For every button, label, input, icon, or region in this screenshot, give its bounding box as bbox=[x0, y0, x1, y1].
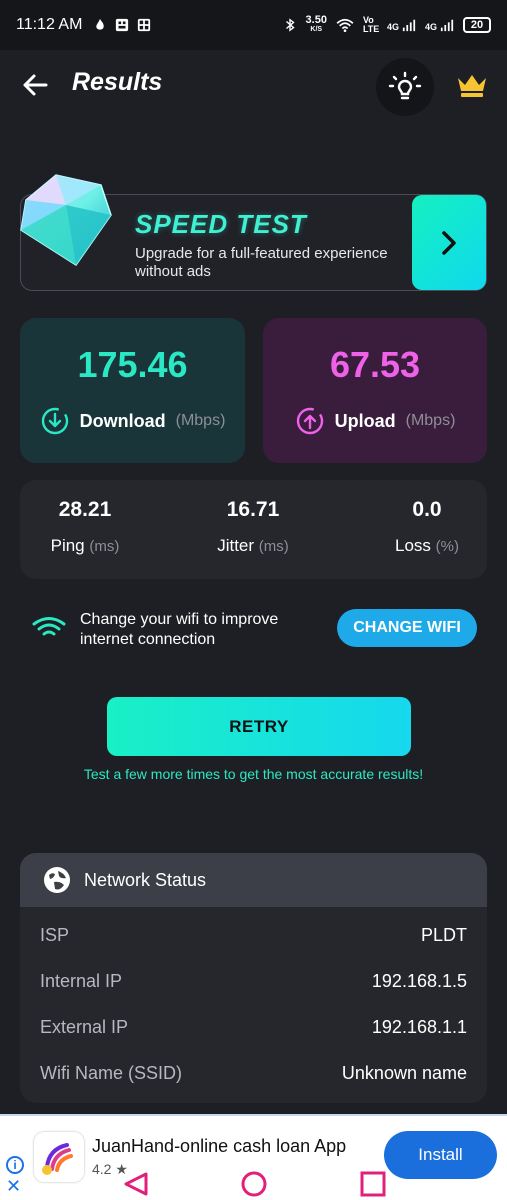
network-row-key: External IP bbox=[40, 1017, 129, 1037]
network-row-value: 192.168.1.1 bbox=[371, 1017, 467, 1037]
signal-icon-2 bbox=[440, 19, 454, 32]
globe-icon bbox=[44, 867, 70, 893]
download-speed-value: 175.46 bbox=[77, 344, 188, 385]
page-title: Results bbox=[72, 68, 163, 96]
jitter-label: Jitter bbox=[217, 536, 255, 555]
ping-value: 28.21 bbox=[58, 498, 112, 521]
gallery-icon bbox=[138, 18, 151, 32]
upload-unit: (Mbps) bbox=[405, 412, 456, 429]
status-time: 11:12 AM bbox=[16, 16, 83, 33]
upload-icon bbox=[296, 407, 323, 435]
nav-recent-icon[interactable] bbox=[360, 1171, 386, 1197]
battery-icon: 20 bbox=[463, 17, 491, 33]
retry-button[interactable]: RETRY bbox=[107, 697, 411, 756]
app-notification-icon bbox=[116, 18, 129, 32]
wifi-icon bbox=[32, 617, 66, 636]
app-header: Results bbox=[0, 50, 507, 120]
network-row-isp: ISP PLDT bbox=[40, 925, 467, 946]
network-status-title: Network Status bbox=[84, 869, 207, 890]
ping-label: Ping bbox=[50, 536, 85, 555]
promo-title: SPEED TEST bbox=[135, 209, 307, 239]
loss-stat: 0.0 Loss (%) bbox=[362, 498, 492, 556]
jitter-value: 16.71 bbox=[226, 498, 280, 521]
promo-go-button[interactable] bbox=[412, 195, 486, 290]
loss-unit: (%) bbox=[435, 538, 459, 555]
system-nav-bar bbox=[0, 1168, 507, 1200]
network-row-internal-ip: Internal IP 192.168.1.5 bbox=[40, 971, 467, 992]
latency-stats-card: 28.21 Ping (ms) 16.71 Jitter (ms) 0.0 Lo… bbox=[20, 480, 487, 579]
jitter-stat: 16.71 Jitter (ms) bbox=[188, 498, 318, 556]
network-row-value: Unknown name bbox=[341, 1063, 467, 1083]
change-wifi-prompt: Change your wifi to improve internet con… bbox=[32, 608, 482, 650]
network-row-value: 192.168.1.5 bbox=[371, 971, 467, 991]
loss-value: 0.0 bbox=[412, 498, 442, 521]
retry-hint: Test a few more times to get the most ac… bbox=[83, 766, 424, 782]
network-row-external-ip: External IP 192.168.1.1 bbox=[40, 1017, 467, 1038]
ping-stat: 28.21 Ping (ms) bbox=[20, 498, 150, 556]
network-type-1: 4G bbox=[386, 22, 399, 32]
promo-subtitle: Upgrade for a full-featured experience w… bbox=[135, 245, 388, 280]
change-wifi-button[interactable]: CHANGE WIFI bbox=[337, 609, 477, 647]
network-status-card: Network Status ISP PLDT Internal IP 192.… bbox=[20, 853, 487, 1103]
upload-label: Upload bbox=[334, 410, 396, 431]
jitter-unit: (ms) bbox=[258, 538, 289, 555]
signal-icon-1 bbox=[402, 19, 416, 32]
diamond-icon bbox=[20, 174, 112, 267]
network-row-key: Wifi Name (SSID) bbox=[40, 1063, 183, 1083]
bluetooth-icon bbox=[285, 18, 295, 32]
ad-title: JuanHand-online cash loan App bbox=[92, 1136, 347, 1156]
network-row-key: ISP bbox=[40, 925, 70, 945]
network-row-value: PLDT bbox=[420, 925, 467, 945]
lightbulb-icon bbox=[388, 71, 422, 100]
network-row-ssid: Wifi Name (SSID) Unknown name bbox=[40, 1063, 467, 1084]
ping-unit: (ms) bbox=[89, 538, 120, 555]
status-bar: 11:12 AM 3.50 K/S Vo LTE 4G 4G 20 bbox=[0, 0, 507, 50]
wifi-prompt-text: Change your wifi to improve internet con… bbox=[80, 611, 279, 648]
download-icon bbox=[41, 407, 68, 435]
loss-label: Loss bbox=[395, 536, 431, 555]
fire-icon bbox=[96, 18, 105, 30]
back-arrow-icon[interactable] bbox=[20, 70, 50, 100]
download-unit: (Mbps) bbox=[175, 412, 226, 429]
nav-back-icon[interactable] bbox=[122, 1170, 150, 1198]
upload-speed-value: 67.53 bbox=[329, 344, 421, 385]
theme-toggle-button[interactable] bbox=[376, 58, 434, 116]
network-row-key: Internal IP bbox=[40, 971, 123, 991]
network-type-2: 4G bbox=[424, 22, 437, 32]
wifi-status-icon bbox=[336, 18, 354, 32]
volte-label: Vo LTE bbox=[362, 15, 380, 34]
download-card: 175.46 Download (Mbps) bbox=[20, 318, 245, 463]
network-speed-value: 3.50 bbox=[305, 14, 327, 26]
nav-home-icon[interactable] bbox=[240, 1170, 268, 1198]
upload-card: 67.53 Upload (Mbps) bbox=[263, 318, 487, 463]
crown-icon[interactable] bbox=[456, 72, 488, 98]
download-label: Download bbox=[79, 410, 166, 431]
network-speed-unit: K/S bbox=[310, 26, 323, 33]
premium-promo-banner[interactable]: SPEED TEST Upgrade for a full-featured e… bbox=[20, 174, 487, 291]
network-status-header: Network Status bbox=[20, 853, 487, 907]
chevron-right-icon bbox=[442, 230, 456, 255]
